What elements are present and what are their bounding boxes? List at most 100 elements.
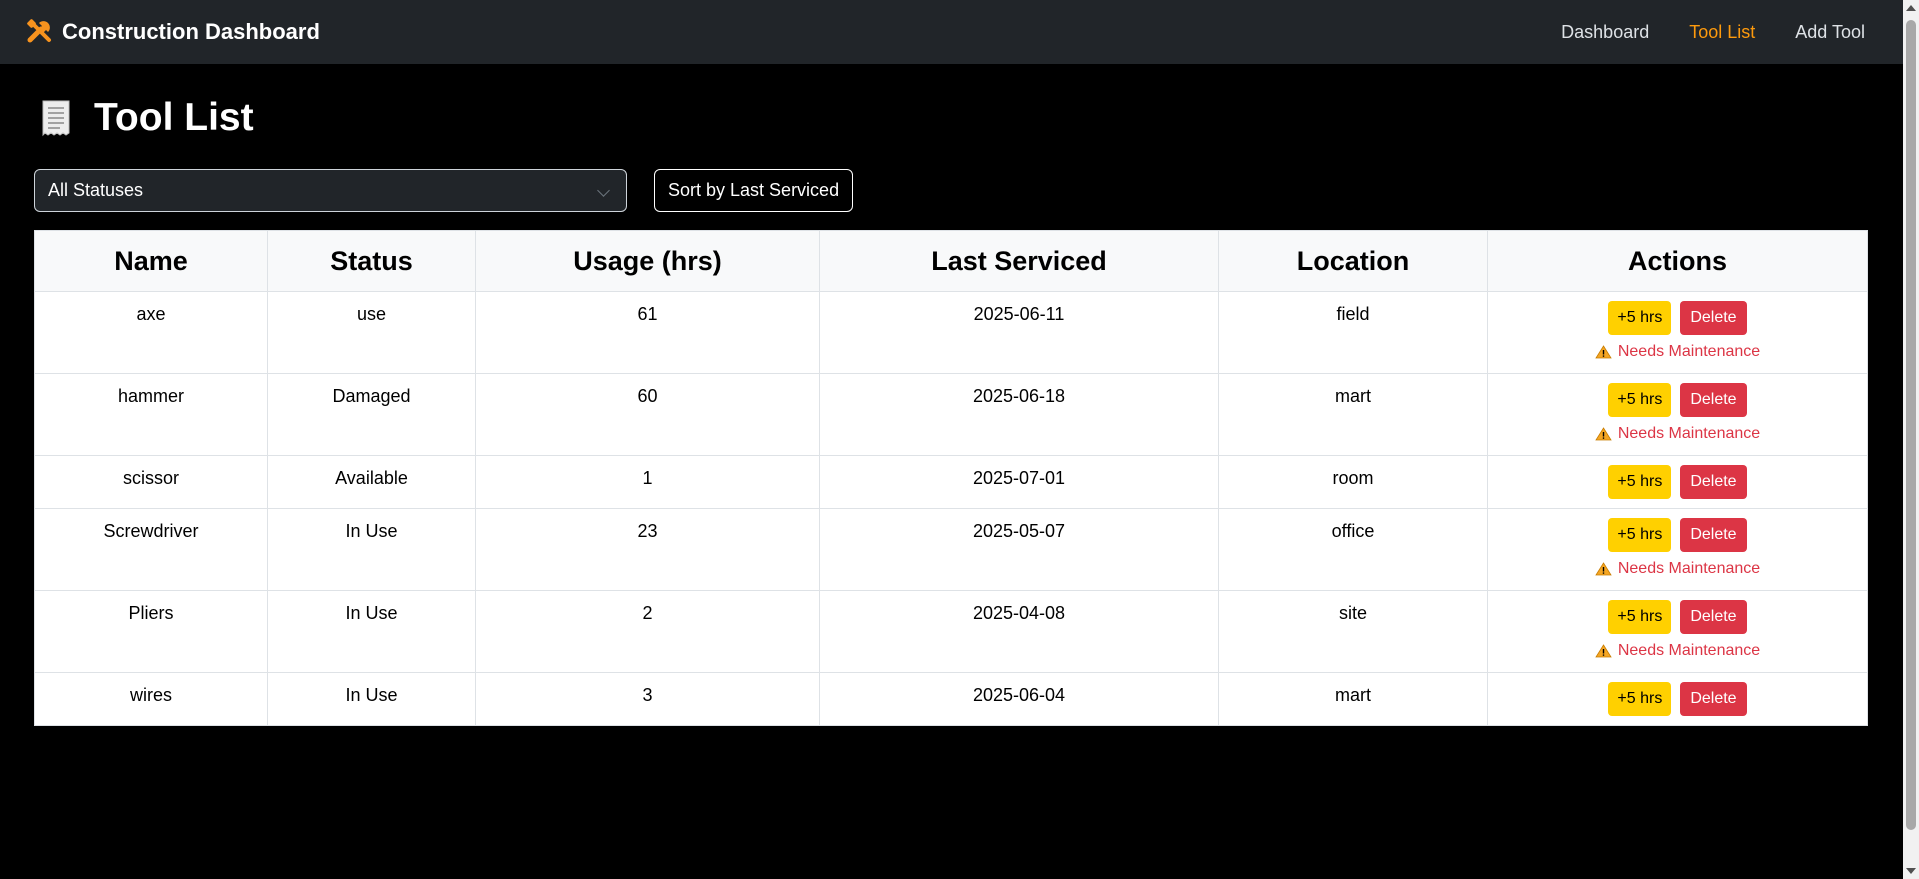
header-usage: Usage (hrs) — [475, 230, 820, 292]
nav-link-tool-list[interactable]: Tool List — [1689, 22, 1755, 43]
top-navbar: Construction Dashboard Dashboard Tool Li… — [0, 0, 1903, 64]
table-header-row: Name Status Usage (hrs) Last Serviced Lo… — [34, 230, 1868, 292]
cell-status: Damaged — [267, 373, 476, 456]
table-row: wires In Use 3 2025-06-04 mart +5 hrs Delete — [34, 672, 1868, 726]
cell-usage: 60 — [475, 373, 820, 456]
scroll-up-icon[interactable] — [1906, 5, 1916, 11]
maintenance-label: Needs Maintenance — [1617, 343, 1761, 360]
warning-icon — [1595, 562, 1612, 576]
cell-last-serviced: 2025-06-04 — [819, 672, 1219, 726]
delete-button[interactable]: Delete — [1680, 600, 1747, 634]
add-5-hours-button[interactable]: +5 hrs — [1608, 465, 1672, 499]
cell-usage: 61 — [475, 291, 820, 374]
warning-icon — [1595, 644, 1612, 658]
cell-name: scissor — [34, 455, 268, 509]
table-row: Pliers In Use 2 2025-04-08 site +5 hrs Delete N… — [34, 590, 1868, 673]
header-status: Status — [267, 230, 476, 292]
sort-last-serviced-button[interactable]: Sort by Last Serviced — [654, 169, 854, 212]
delete-button[interactable]: Delete — [1680, 682, 1747, 716]
delete-button[interactable]: Delete — [1680, 383, 1747, 417]
cell-last-serviced: 2025-06-11 — [819, 291, 1219, 374]
cell-last-serviced: 2025-05-07 — [819, 508, 1219, 591]
brand-title: Construction Dashboard — [62, 19, 320, 44]
cell-last-serviced: 2025-07-01 — [819, 455, 1219, 509]
cell-usage: 2 — [475, 590, 820, 673]
delete-button[interactable]: Delete — [1680, 465, 1747, 499]
delete-button[interactable]: Delete — [1680, 301, 1747, 335]
brand[interactable]: Construction Dashboard — [26, 18, 320, 46]
cell-name: hammer — [34, 373, 268, 456]
table-row: scissor Available 1 2025-07-01 room +5 hrs Del… — [34, 455, 1868, 509]
page-title-text: Tool List — [94, 96, 254, 139]
cell-actions: +5 hrs Delete — [1487, 455, 1868, 509]
page-scrollbar[interactable] — [1903, 0, 1919, 879]
add-5-hours-button[interactable]: +5 hrs — [1608, 682, 1672, 716]
maintenance-warning: Needs Maintenance — [1489, 343, 1866, 361]
cell-location: mart — [1218, 672, 1488, 726]
cell-name: Pliers — [34, 590, 268, 673]
tools-icon — [27, 19, 51, 43]
maintenance-warning: Needs Maintenance — [1489, 642, 1866, 660]
add-5-hours-button[interactable]: +5 hrs — [1608, 301, 1672, 335]
header-actions: Actions — [1487, 230, 1868, 292]
cell-location: site — [1218, 590, 1488, 673]
header-name: Name — [34, 230, 268, 292]
action-buttons: +5 hrs Delete — [1489, 600, 1866, 634]
header-location: Location — [1218, 230, 1488, 292]
table-row: hammer Damaged 60 2025-06-18 mart +5 hrs Delet… — [34, 373, 1868, 456]
cell-usage: 23 — [475, 508, 820, 591]
cell-actions: +5 hrs Delete Needs Maintenance — [1487, 373, 1868, 456]
cell-actions: +5 hrs Delete Needs Maintenance — [1487, 508, 1868, 591]
cell-last-serviced: 2025-06-18 — [819, 373, 1219, 456]
maintenance-warning: Needs Maintenance — [1489, 425, 1866, 443]
nav-link-dashboard[interactable]: Dashboard — [1561, 22, 1649, 43]
cell-name: axe — [34, 291, 268, 374]
maintenance-label: Needs Maintenance — [1617, 560, 1761, 577]
cell-status: use — [267, 291, 476, 374]
tool-table: Name Status Usage (hrs) Last Serviced Lo… — [34, 230, 1868, 726]
chevron-down-icon — [597, 184, 610, 197]
cell-status: In Use — [267, 590, 476, 673]
add-5-hours-button[interactable]: +5 hrs — [1608, 600, 1672, 634]
cell-location: mart — [1218, 373, 1488, 456]
add-5-hours-button[interactable]: +5 hrs — [1608, 383, 1672, 417]
action-buttons: +5 hrs Delete — [1489, 465, 1866, 499]
delete-button[interactable]: Delete — [1680, 518, 1747, 552]
table-row: Screwdriver In Use 23 2025-05-07 office +5 hr… — [34, 508, 1868, 591]
nav-link-add-tool[interactable]: Add Tool — [1795, 22, 1865, 43]
warning-icon — [1595, 427, 1612, 441]
scrollbar-thumb[interactable] — [1906, 20, 1916, 830]
cell-status: Available — [267, 455, 476, 509]
page-title: Tool List — [40, 96, 254, 140]
warning-icon — [1595, 345, 1612, 359]
action-buttons: +5 hrs Delete — [1489, 682, 1866, 716]
table-body: axe use 61 2025-06-11 field +5 hrs Delete Needs… — [34, 291, 1868, 726]
header-last-serviced: Last Serviced — [819, 230, 1219, 292]
cell-usage: 3 — [475, 672, 820, 726]
cell-usage: 1 — [475, 455, 820, 509]
maintenance-label: Needs Maintenance — [1617, 642, 1761, 659]
cell-status: In Use — [267, 508, 476, 591]
cell-actions: +5 hrs Delete — [1487, 672, 1868, 726]
maintenance-label: Needs Maintenance — [1617, 425, 1761, 442]
cell-last-serviced: 2025-04-08 — [819, 590, 1219, 673]
cell-actions: +5 hrs Delete Needs Maintenance — [1487, 590, 1868, 673]
action-buttons: +5 hrs Delete — [1489, 301, 1866, 335]
cell-status: In Use — [267, 672, 476, 726]
cell-actions: +5 hrs Delete Needs Maintenance — [1487, 291, 1868, 374]
maintenance-warning: Needs Maintenance — [1489, 560, 1866, 578]
status-filter-select[interactable]: All Statuses — [34, 169, 627, 212]
cell-name: wires — [34, 672, 268, 726]
receipt-icon — [42, 100, 70, 137]
cell-location: field — [1218, 291, 1488, 374]
action-buttons: +5 hrs Delete — [1489, 518, 1866, 552]
cell-location: room — [1218, 455, 1488, 509]
scroll-down-icon[interactable] — [1906, 868, 1916, 874]
action-buttons: +5 hrs Delete — [1489, 383, 1866, 417]
nav-links: Dashboard Tool List Add Tool — [1521, 0, 1865, 64]
table-row: axe use 61 2025-06-11 field +5 hrs Delete Needs… — [34, 291, 1868, 374]
status-filter-value: All Statuses — [48, 180, 144, 200]
cell-location: office — [1218, 508, 1488, 591]
add-5-hours-button[interactable]: +5 hrs — [1608, 518, 1672, 552]
cell-name: Screwdriver — [34, 508, 268, 591]
